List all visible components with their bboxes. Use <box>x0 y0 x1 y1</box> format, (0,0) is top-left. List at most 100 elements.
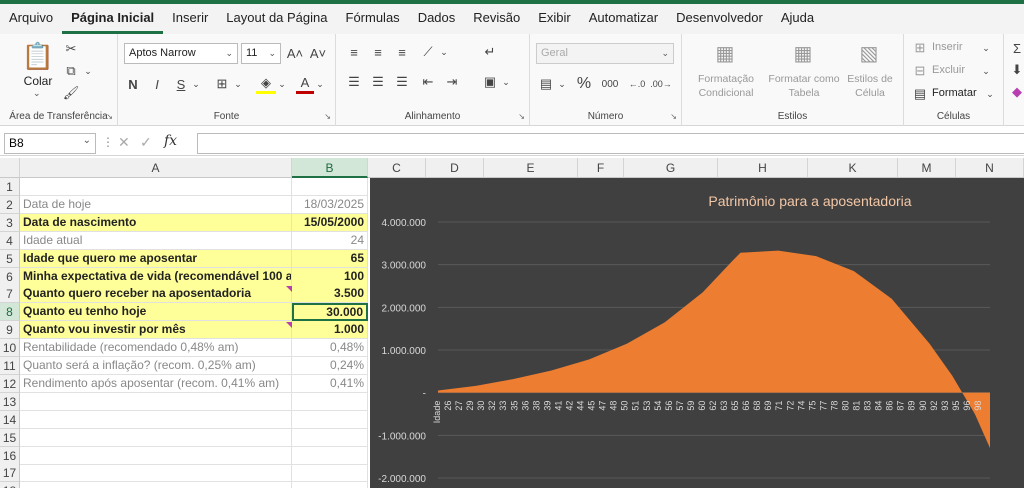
row-header[interactable]: 18 <box>0 482 20 488</box>
cell-a12[interactable]: Rendimento após aposentar (recom. 0,41% … <box>20 374 292 393</box>
currency-dropdown-icon[interactable]: ⌄ <box>556 74 568 94</box>
decrease-decimal-icon[interactable]: .00→ <box>650 74 672 94</box>
format-cells-icon[interactable]: ▤ <box>912 86 928 102</box>
format-as-table-button[interactable]: Formatar como Tabela <box>766 72 842 100</box>
cell-a17[interactable] <box>20 464 292 483</box>
copy-icon[interactable]: ⧉ <box>62 62 80 80</box>
cell-b8[interactable]: 30.000 <box>292 303 368 322</box>
merge-dropdown-icon[interactable]: ⌄ <box>500 72 512 92</box>
name-box[interactable]: B8 ⌄ <box>4 133 96 154</box>
column-header[interactable]: E <box>484 158 578 178</box>
copy-dropdown-icon[interactable]: ⌄ <box>82 64 94 78</box>
thousands-separator-button[interactable]: 000 <box>598 74 622 94</box>
format-cells-button[interactable]: Formatar <box>932 87 977 99</box>
align-top-icon[interactable]: ≡ <box>344 42 364 62</box>
underline-button[interactable]: S <box>172 74 190 94</box>
align-right-icon[interactable]: ☰ <box>392 72 412 92</box>
wrap-text-icon[interactable]: ↵ <box>480 42 500 62</box>
insert-function-button[interactable]: fx <box>164 133 177 149</box>
row-header[interactable]: 16 <box>0 446 20 465</box>
cell-b5[interactable]: 65 <box>292 249 368 268</box>
row-header[interactable]: 12 <box>0 374 20 393</box>
cell-a7[interactable]: Quanto quero receber na aposentadoria <box>20 285 292 304</box>
cell-styles-button[interactable]: Estilos de Célula <box>842 72 898 100</box>
cell-a18[interactable] <box>20 482 292 488</box>
clipboard-launcher-icon[interactable]: ↘ <box>106 112 113 121</box>
menu-tab-4[interactable]: Fórmulas <box>337 4 409 34</box>
menu-tab-10[interactable]: Ajuda <box>772 4 823 34</box>
grow-font-icon[interactable]: A˄ <box>285 43 305 64</box>
row-header[interactable]: 8 <box>0 303 20 322</box>
cell-b13[interactable] <box>292 392 368 411</box>
paste-button-label[interactable]: Colar <box>16 74 60 88</box>
cell-b15[interactable] <box>292 428 368 447</box>
menu-tab-9[interactable]: Desenvolvedor <box>667 4 772 34</box>
row-header[interactable]: 11 <box>0 357 20 375</box>
column-header[interactable]: N <box>956 158 1024 178</box>
number-format-select[interactable]: Geral ⌄ <box>536 43 674 64</box>
format-painter-icon[interactable]: 🖌 <box>62 84 80 102</box>
column-header[interactable]: K <box>808 158 898 178</box>
font-color-button[interactable]: A <box>296 74 314 94</box>
menu-tab-2[interactable]: Inserir <box>163 4 217 34</box>
cell-b14[interactable] <box>292 410 368 429</box>
cell-b9[interactable]: 1.000 <box>292 321 368 340</box>
enter-icon[interactable]: ✓ <box>140 134 152 151</box>
number-launcher-icon[interactable]: ↘ <box>670 112 677 121</box>
bold-button[interactable]: N <box>124 74 142 94</box>
cut-icon[interactable]: ✂ <box>62 40 80 58</box>
format-dropdown-icon[interactable]: ⌄ <box>984 86 996 102</box>
cell-a5[interactable]: Idade que quero me aposentar <box>20 249 292 268</box>
row-header[interactable]: 9 <box>0 321 20 340</box>
align-middle-icon[interactable]: ≡ <box>368 42 388 62</box>
cell-b4[interactable]: 24 <box>292 231 368 250</box>
cell-a16[interactable] <box>20 446 292 465</box>
insert-cells-button[interactable]: Inserir <box>932 41 963 53</box>
menu-tab-0[interactable]: Arquivo <box>0 4 62 34</box>
cell-b11[interactable]: 0,24% <box>292 357 368 375</box>
row-header[interactable]: 6 <box>0 267 20 286</box>
align-left-icon[interactable]: ☰ <box>344 72 364 92</box>
cell-b6[interactable]: 100 <box>292 267 368 286</box>
percent-button[interactable]: % <box>574 74 594 94</box>
align-bottom-icon[interactable]: ≡ <box>392 42 412 62</box>
cell-a9[interactable]: Quanto vou investir por mês <box>20 321 292 340</box>
sum-icon[interactable]: Σ <box>1010 40 1024 56</box>
column-header[interactable]: A <box>20 158 292 178</box>
cell-a2[interactable]: Data de hoje <box>20 195 292 214</box>
cell-a14[interactable] <box>20 410 292 429</box>
cell-a1[interactable] <box>20 178 292 196</box>
cell-b16[interactable] <box>292 446 368 465</box>
column-header[interactable]: G <box>624 158 718 178</box>
delete-dropdown-icon[interactable]: ⌄ <box>980 63 992 79</box>
cell-b12[interactable]: 0,41% <box>292 374 368 393</box>
comment-indicator-icon[interactable] <box>286 322 292 329</box>
formula-input[interactable] <box>197 133 1024 154</box>
orientation-dropdown-icon[interactable]: ⌄ <box>438 42 450 62</box>
conditional-formatting-icon[interactable]: ▦ <box>712 40 738 66</box>
row-header[interactable]: 1 <box>0 178 20 196</box>
row-header[interactable]: 5 <box>0 249 20 268</box>
paste-icon[interactable]: 📋 <box>22 40 54 72</box>
borders-icon[interactable]: ⊞ <box>212 74 232 94</box>
cell-a11[interactable]: Quanto será a inflação? (recom. 0,25% am… <box>20 357 292 375</box>
cell-a6[interactable]: Minha expectativa de vida (recomendável … <box>20 267 292 286</box>
cell-a3[interactable]: Data de nascimento <box>20 213 292 232</box>
cell-a8[interactable]: Quanto eu tenho hoje <box>20 303 292 322</box>
paste-dropdown-icon[interactable]: ⌄ <box>33 88 41 99</box>
menu-tab-1[interactable]: Página Inicial <box>62 4 164 34</box>
orientation-icon[interactable]: ⟋ <box>418 42 438 62</box>
clear-icon[interactable]: ◆ <box>1010 84 1024 100</box>
menu-tab-6[interactable]: Revisão <box>464 4 529 34</box>
row-header[interactable]: 4 <box>0 231 20 250</box>
row-header[interactable]: 2 <box>0 195 20 214</box>
row-header[interactable]: 13 <box>0 392 20 411</box>
menu-tab-3[interactable]: Layout da Página <box>217 4 336 34</box>
cell-b18[interactable] <box>292 482 368 488</box>
cell-a15[interactable] <box>20 428 292 447</box>
column-header[interactable]: D <box>426 158 484 178</box>
row-header[interactable]: 7 <box>0 285 20 304</box>
comment-indicator-icon[interactable] <box>286 286 292 293</box>
row-header[interactable]: 15 <box>0 428 20 447</box>
font-color-dropdown-icon[interactable]: ⌄ <box>314 74 326 94</box>
